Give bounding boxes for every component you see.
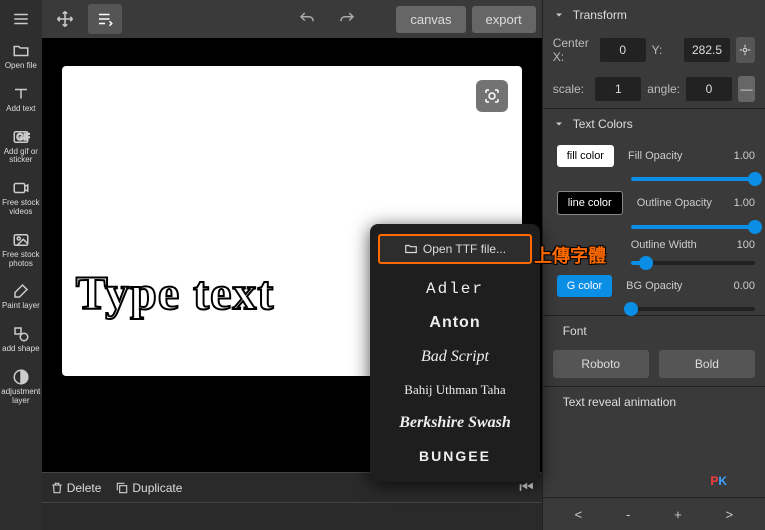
nav-prev[interactable]: - — [626, 507, 630, 522]
nav-next[interactable]: + — [674, 507, 682, 522]
stock-photos-button[interactable]: Free stock photos — [0, 225, 42, 275]
font-item[interactable]: Anton — [378, 306, 532, 340]
text-reveal-header[interactable]: Text reveal animation — [543, 386, 765, 417]
font-item[interactable]: Bad Script — [378, 340, 532, 374]
nav-bar: < - + > — [543, 497, 765, 530]
add-text-button[interactable]: Add text — [0, 79, 42, 120]
font-family-button[interactable]: Roboto — [553, 350, 649, 378]
font-popup: Open TTF file... AdlerAntonBad ScriptBah… — [370, 224, 540, 482]
stock-videos-button[interactable]: Free stock videos — [0, 173, 42, 223]
bg-opacity-label: BG Opacity — [626, 280, 719, 292]
open-file-button[interactable]: Open file — [0, 36, 42, 77]
angle-input[interactable] — [686, 77, 732, 101]
angle-label: angle: — [647, 82, 680, 96]
fill-color-button[interactable]: fill color — [557, 145, 614, 167]
redo-button[interactable] — [330, 4, 364, 34]
y-label: Y: — [652, 43, 678, 57]
adjustment-layer-button[interactable]: adjustment layer — [0, 362, 42, 412]
annotation-text: 上傳字體 — [534, 242, 606, 268]
outline-width-value: 100 — [725, 239, 755, 251]
reset-button[interactable]: — — [738, 76, 755, 102]
font-item[interactable]: BUNGEE — [378, 440, 532, 472]
menu-button[interactable] — [4, 4, 38, 34]
export-button[interactable]: export — [472, 6, 536, 33]
sample-text[interactable]: Type text — [76, 266, 275, 321]
top-toolbar: canvas export — [42, 0, 542, 38]
svg-text:GIF: GIF — [16, 132, 30, 142]
focus-icon[interactable] — [476, 80, 508, 112]
font-header: Font — [543, 315, 765, 346]
edit-tool-button[interactable] — [88, 4, 122, 34]
bg-opacity-value: 0.00 — [725, 280, 755, 292]
center-target-button[interactable] — [736, 37, 755, 63]
scale-label: scale: — [553, 82, 590, 96]
y-input[interactable] — [684, 38, 730, 62]
line-color-button[interactable]: line color — [557, 191, 623, 215]
canvas-button[interactable]: canvas — [396, 6, 465, 33]
bg-opacity-slider[interactable] — [631, 307, 755, 311]
delete-button[interactable]: Delete — [50, 481, 102, 495]
move-tool-button[interactable] — [48, 4, 82, 34]
text-colors-header[interactable]: Text Colors — [543, 108, 765, 139]
font-item[interactable]: Berkshire Swash — [378, 406, 532, 440]
outline-opacity-label: Outline Opacity — [637, 197, 719, 209]
center-x-label: Center X: — [553, 36, 594, 64]
duplicate-button[interactable]: Duplicate — [115, 481, 182, 495]
bold-button[interactable]: Bold — [659, 350, 755, 378]
add-gif-button[interactable]: GIFAdd gif or sticker — [0, 122, 42, 172]
fill-opacity-slider[interactable] — [631, 177, 755, 181]
nav-prev-far[interactable]: < — [575, 507, 583, 522]
font-item[interactable]: Bahij Uthman Taha — [378, 374, 532, 406]
bg-color-button[interactable]: G color — [557, 275, 612, 297]
fill-opacity-label: Fill Opacity — [628, 150, 719, 162]
watermark: PK — [710, 469, 727, 490]
transform-header[interactable]: Transform — [543, 0, 765, 30]
center-x-input[interactable] — [600, 38, 646, 62]
scale-input[interactable] — [595, 77, 641, 101]
nav-next-far[interactable]: > — [726, 507, 734, 522]
undo-button[interactable] — [290, 4, 324, 34]
outline-width-slider[interactable] — [631, 261, 755, 265]
font-item[interactable]: Adler — [378, 272, 532, 306]
paint-layer-button[interactable]: Paint layer — [0, 276, 42, 317]
add-shape-button[interactable]: add shape — [0, 319, 42, 360]
outline-opacity-value: 1.00 — [725, 197, 755, 209]
open-ttf-button[interactable]: Open TTF file... — [378, 234, 532, 264]
left-sidebar: Open file Add text GIFAdd gif or sticker… — [0, 0, 42, 530]
outline-width-label: Outline Width — [631, 239, 719, 251]
fill-opacity-value: 1.00 — [725, 150, 755, 162]
outline-opacity-slider[interactable] — [631, 225, 755, 229]
